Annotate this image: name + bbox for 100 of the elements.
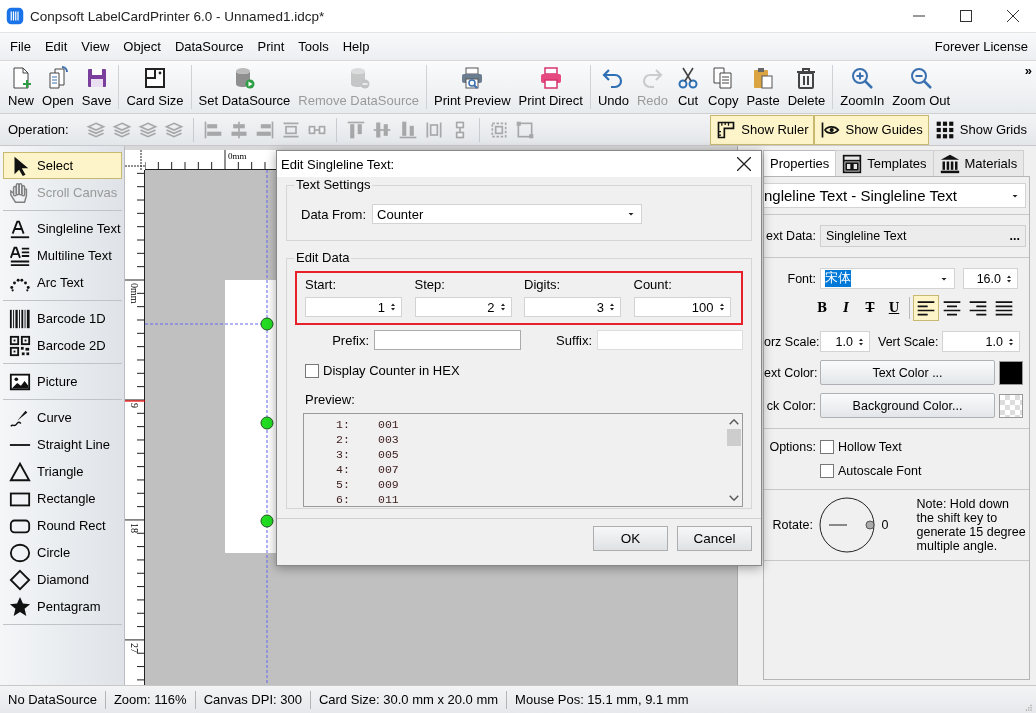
menu-item[interactable]: Print: [250, 39, 292, 54]
tool-item[interactable]: Circle: [3, 539, 122, 566]
ruler-label: 0mm: [129, 283, 140, 304]
grid-icon: [934, 119, 955, 140]
field-label: Rotate:: [771, 518, 813, 532]
tool-item[interactable]: Rectangle: [3, 485, 122, 512]
text-color-button[interactable]: Text Color ...: [820, 360, 995, 385]
selection-handle[interactable]: [260, 514, 274, 528]
toolbar-button[interactable]: Save: [77, 66, 116, 108]
dialog-title: Edit Singleline Text:: [281, 156, 395, 172]
toolbar-button[interactable]: Paste: [742, 66, 784, 108]
close-icon: [1006, 10, 1019, 22]
dialog-button[interactable]: Cancel: [677, 526, 752, 551]
tool-item[interactable]: Arc Text: [3, 269, 122, 296]
panel-tab[interactable]: Materials: [932, 150, 1025, 176]
window-title: Conpsoft LabelCardPrinter 6.0 - Unnamed1.idcp*: [30, 8, 325, 24]
tool-item[interactable]: Select: [3, 152, 122, 179]
tool-item[interactable]: Multiline Text: [3, 242, 122, 269]
prefix-field[interactable]: [374, 330, 521, 350]
menu-item[interactable]: Object: [116, 39, 168, 54]
status-text: Mouse Pos: 15.1 mm, 9.1 mm: [515, 692, 689, 707]
toolbar-button[interactable]: ZoomIn: [836, 66, 889, 108]
field-label: ext Data:: [764, 229, 816, 243]
toggle-button[interactable]: Show Grids: [928, 114, 1033, 145]
tool-item[interactable]: Barcode 2D: [3, 332, 122, 359]
data-source-dropdown[interactable]: Counter: [372, 204, 642, 224]
transparent-swatch[interactable]: [999, 393, 1023, 418]
tool-item[interactable]: Round Rect: [3, 512, 122, 539]
panel-tab[interactable]: Templates: [835, 150, 934, 176]
toolbar-button[interactable]: Card Size: [122, 66, 188, 108]
align-left-icon[interactable]: [913, 295, 939, 321]
menu-item[interactable]: DataSource: [167, 39, 251, 54]
checkbox[interactable]: [820, 464, 834, 478]
ruler-label: 9: [129, 403, 140, 408]
toggle-button[interactable]: Show Guides: [814, 114, 929, 145]
toolbar-button[interactable]: Print Preview: [430, 66, 515, 108]
field-label: ck Color:: [765, 398, 816, 413]
tool-item[interactable]: Curve: [3, 404, 122, 431]
toolbar-button[interactable]: Undo: [593, 66, 633, 108]
field-label: Count:: [633, 277, 673, 292]
selection-handle[interactable]: [260, 317, 274, 331]
overflow-chevron[interactable]: »: [1024, 63, 1032, 78]
style-button[interactable]: T: [858, 296, 882, 320]
object-dropdown[interactable]: ngleline Text - Singleline Text: [764, 183, 1026, 208]
field-label: ext Color:: [764, 365, 816, 380]
text-data-field[interactable]: Singleline Text ...: [820, 225, 1026, 247]
tool-item[interactable]: Triangle: [3, 458, 122, 485]
menu-item[interactable]: File: [3, 39, 38, 54]
toolbar-button[interactable]: Copy: [704, 66, 743, 108]
dialog-button[interactable]: OK: [593, 526, 668, 551]
scroll-up-icon[interactable]: [729, 419, 739, 425]
clipboard-icon: [751, 66, 775, 90]
number-spinner[interactable]: 100: [633, 297, 731, 317]
checkbox-label: Hollow Text: [838, 440, 902, 454]
toolbar-button[interactable]: Open: [38, 66, 78, 108]
toggle-button[interactable]: Show Ruler: [710, 114, 815, 145]
scroll-thumb[interactable]: [727, 429, 741, 446]
number-spinner[interactable]: 1.0: [820, 331, 870, 352]
suffix-field[interactable]: [597, 330, 743, 350]
number-spinner[interactable]: 1.0: [942, 331, 1020, 352]
font-size-spinner[interactable]: 16.0: [963, 268, 1018, 289]
field-label: Start:: [305, 277, 338, 292]
selection-handle[interactable]: [260, 416, 274, 430]
menu-item[interactable]: Help: [335, 39, 377, 54]
tool-item[interactable]: Picture: [3, 368, 122, 395]
menu-item[interactable]: Tools: [291, 39, 336, 54]
scroll-down-icon[interactable]: [729, 495, 739, 501]
number-spinner[interactable]: 1: [305, 297, 402, 317]
toolbar-button[interactable]: Print Direct: [514, 66, 587, 108]
status-text: Zoom: 116%: [113, 692, 187, 707]
tool-item[interactable]: Singleline Text: [3, 215, 122, 242]
toolbar-button[interactable]: Set DataSource: [194, 66, 295, 108]
style-button[interactable]: B: [810, 296, 834, 320]
checkbox[interactable]: [305, 363, 319, 378]
toolbar-button[interactable]: Delete: [783, 66, 830, 108]
toolbar-button[interactable]: Cut: [672, 66, 705, 108]
number-spinner[interactable]: 3: [524, 297, 621, 317]
tool-item[interactable]: Barcode 1D: [3, 305, 122, 332]
tool-item[interactable]: Straight Line: [3, 431, 122, 458]
style-button[interactable]: I: [834, 296, 858, 320]
ruler-label: 27: [129, 643, 140, 653]
menu-item[interactable]: Edit: [37, 39, 75, 54]
tool-item[interactable]: Pentagram: [3, 593, 122, 620]
building-icon: [939, 153, 960, 174]
font-dropdown[interactable]: 宋体: [820, 268, 955, 289]
panel-tab[interactable]: Properties: [763, 150, 837, 176]
number-spinner[interactable]: 2: [414, 297, 512, 317]
note-text: Note: Hold down the shift key to generate 15 degree multiple angle.: [916, 497, 1026, 553]
background-color-button[interactable]: Background Color...: [820, 393, 995, 418]
color-swatch[interactable]: [999, 360, 1023, 385]
style-button[interactable]: U: [882, 296, 906, 320]
toolbar-button[interactable]: New: [4, 66, 38, 108]
tool-item[interactable]: Diamond: [3, 566, 122, 593]
toolbar-button[interactable]: Zoom Out: [888, 66, 955, 108]
checkbox[interactable]: [820, 440, 834, 454]
line-icon: [9, 442, 31, 447]
menu-item[interactable]: View: [74, 39, 117, 54]
field-label: Data From:: [301, 206, 366, 222]
group-title: Edit Data: [294, 250, 352, 265]
rotation-dial[interactable]: [818, 496, 876, 554]
